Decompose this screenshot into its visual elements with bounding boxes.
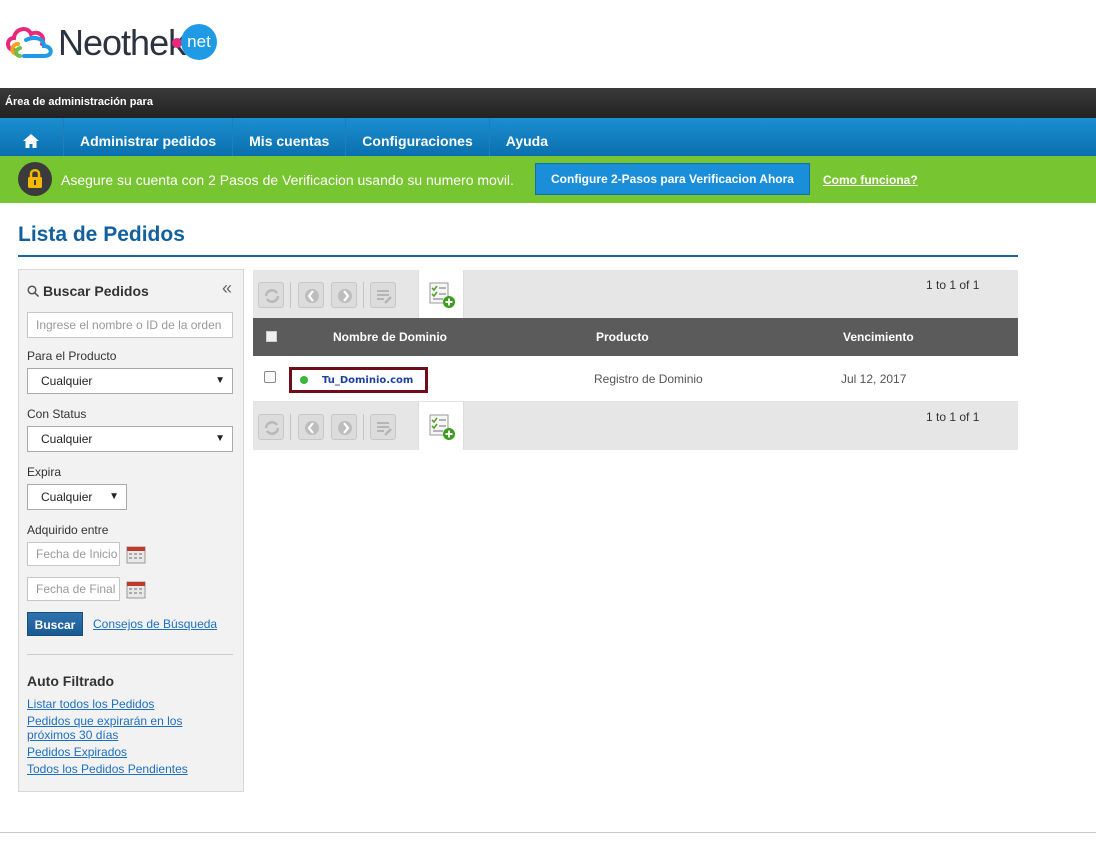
- status-label: Con Status: [27, 407, 87, 421]
- filter-all-orders[interactable]: Listar todos los Pedidos: [27, 697, 207, 711]
- logo-text: Neothek: [58, 22, 186, 63]
- configure-2step-button[interactable]: Configure 2-Pasos para Verificacion Ahor…: [535, 163, 810, 195]
- refresh-icon: [264, 289, 280, 303]
- transfer-out-icon: [338, 421, 352, 435]
- title-divider: [18, 255, 1018, 257]
- column-domain[interactable]: Nombre de Dominio: [333, 330, 447, 344]
- search-heading-label: Buscar Pedidos: [43, 283, 149, 299]
- acquired-label: Adquirido entre: [27, 523, 109, 537]
- search-icon: [27, 285, 40, 298]
- orders-table-header: Nombre de Dominio Producto Vencimiento: [253, 318, 1018, 356]
- how-it-works-link[interactable]: Como funciona?: [823, 173, 918, 187]
- add-checklist-icon: [429, 414, 455, 440]
- toolbar-separator: [363, 282, 364, 308]
- orders-toolbar-top: 1 to 1 of 1: [253, 270, 1018, 318]
- add-checklist-icon: [429, 282, 455, 308]
- select-all-checkbox[interactable]: [266, 331, 277, 342]
- expires-select[interactable]: Cualquier ▼: [27, 484, 127, 510]
- transfer-out-icon: [338, 289, 352, 303]
- row-product: Registro de Dominio: [594, 372, 703, 386]
- order-search-input[interactable]: Ingrese el nombre o ID de la orden: [27, 312, 233, 338]
- domain-name-link[interactable]: Tu_Dominio.com: [322, 375, 413, 386]
- calendar-icon[interactable]: [126, 544, 146, 564]
- orders-toolbar-bottom: 1 to 1 of 1: [253, 402, 1018, 450]
- product-label: Para el Producto: [27, 349, 117, 363]
- pagination-count-top: 1 to 1 of 1: [926, 278, 980, 292]
- nav-mis-cuentas[interactable]: Mis cuentas: [233, 118, 347, 156]
- search-tips-link[interactable]: Consejos de Búsqueda: [93, 617, 217, 631]
- domain-highlight-box: Tu_Dominio.com: [289, 367, 428, 393]
- filter-pending[interactable]: Todos los Pedidos Pendientes: [27, 762, 217, 776]
- cloud-logo-icon: [6, 27, 53, 58]
- toolbar-separator: [290, 282, 291, 308]
- transfer-in-button[interactable]: [298, 414, 324, 440]
- add-order-button[interactable]: [418, 270, 464, 318]
- nav-configuraciones[interactable]: Configuraciones: [346, 118, 490, 156]
- header-logo-area: Neothek net: [0, 0, 1096, 88]
- start-date-input[interactable]: Fecha de Inicio: [27, 542, 120, 566]
- table-row: Tu_Dominio.com Registro de Dominio Jul 1…: [253, 356, 1018, 402]
- lock-badge: [18, 162, 52, 196]
- status-select[interactable]: Cualquier ▼: [27, 426, 233, 452]
- search-sidebar: Buscar Pedidos « Ingrese el nombre o ID …: [18, 269, 244, 792]
- main-nav: Administrar pedidos Mis cuentas Configur…: [0, 118, 1096, 156]
- active-status-icon: [300, 376, 308, 384]
- footer-divider: [0, 832, 1096, 833]
- toolbar-separator: [290, 414, 291, 440]
- column-expiry[interactable]: Vencimiento: [843, 330, 914, 344]
- search-button[interactable]: Buscar: [27, 612, 83, 636]
- filter-expired[interactable]: Pedidos Expirados: [27, 745, 207, 759]
- renew-button[interactable]: [258, 282, 284, 308]
- calendar-icon[interactable]: [126, 579, 146, 599]
- product-select[interactable]: Cualquier ▼: [27, 368, 233, 394]
- edit-list-icon: [377, 290, 392, 304]
- transfer-in-icon: [305, 289, 319, 303]
- column-product[interactable]: Producto: [596, 330, 649, 344]
- nav-ayuda[interactable]: Ayuda: [490, 118, 564, 156]
- nav-home[interactable]: [0, 118, 64, 156]
- page-title: Lista de Pedidos: [18, 223, 185, 246]
- pagination-count-bottom: 1 to 1 of 1: [926, 410, 980, 424]
- search-heading: Buscar Pedidos: [27, 283, 149, 299]
- chevron-down-icon: ▼: [109, 491, 119, 502]
- edit-list-icon: [377, 422, 392, 436]
- nav-administrar-pedidos[interactable]: Administrar pedidos: [64, 118, 234, 156]
- transfer-out-button[interactable]: [331, 282, 357, 308]
- product-select-value: Cualquier: [41, 374, 93, 388]
- sidebar-divider: [27, 654, 233, 655]
- chevron-down-icon: ▼: [215, 433, 225, 444]
- add-order-button[interactable]: [418, 402, 464, 450]
- edit-button[interactable]: [370, 282, 396, 308]
- lock-icon: [28, 169, 42, 188]
- end-date-input[interactable]: Fecha de Final: [27, 577, 120, 601]
- auto-filter-heading: Auto Filtrado: [27, 673, 115, 689]
- expires-select-value: Cualquier: [41, 490, 93, 504]
- transfer-out-button[interactable]: [331, 414, 357, 440]
- refresh-icon: [264, 421, 280, 435]
- edit-button[interactable]: [370, 414, 396, 440]
- row-expiry: Jul 12, 2017: [841, 372, 907, 386]
- expires-label: Expira: [27, 465, 62, 479]
- verification-message: Asegure su cuenta con 2 Pasos de Verific…: [61, 172, 514, 188]
- row-checkbox[interactable]: [264, 371, 276, 383]
- toolbar-separator: [363, 414, 364, 440]
- transfer-in-button[interactable]: [298, 282, 324, 308]
- status-select-value: Cualquier: [41, 432, 93, 446]
- transfer-in-icon: [305, 421, 319, 435]
- logo-net-badge: net: [181, 24, 217, 60]
- admin-bar: Área de administración para: [0, 88, 1096, 118]
- collapse-sidebar-icon[interactable]: «: [222, 278, 232, 299]
- filter-expiring-30-days[interactable]: Pedidos que expirarán en los próximos 30…: [27, 714, 202, 742]
- renew-button[interactable]: [258, 414, 284, 440]
- chevron-down-icon: ▼: [215, 375, 225, 386]
- home-icon: [23, 134, 39, 148]
